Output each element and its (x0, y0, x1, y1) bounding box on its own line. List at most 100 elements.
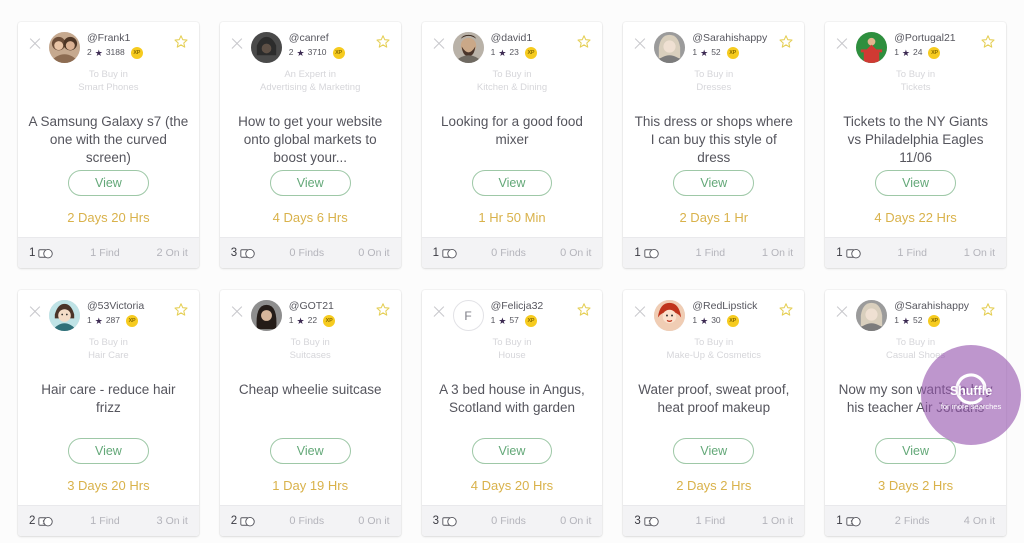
finds-count[interactable]: 1 Find (659, 247, 762, 259)
request-card[interactable]: @Portugal21 1 ★ 24 XP To Buy in Tickets Tickets… (825, 22, 1006, 268)
favourite-star-icon[interactable] (173, 302, 189, 318)
on-it-number: 0 (358, 515, 365, 527)
user-handle[interactable]: @Frank1 (87, 32, 173, 44)
avatar[interactable] (654, 32, 686, 63)
view-button[interactable]: View (67, 438, 149, 464)
finds-count[interactable]: 0 Finds (255, 247, 358, 259)
finds-count[interactable]: 0 Finds (255, 515, 358, 527)
offers-count[interactable]: 2$ (29, 515, 54, 528)
user-handle[interactable]: @RedLipstick (692, 300, 778, 312)
on-it-count[interactable]: 0 On it (358, 515, 389, 527)
request-title: How to get your website onto global mark… (238, 113, 383, 165)
avatar[interactable] (856, 32, 888, 63)
xp-badge: XP (928, 315, 941, 328)
favourite-star-icon[interactable] (375, 34, 391, 50)
user-handle[interactable]: @53Victoria (87, 300, 173, 312)
close-icon[interactable] (431, 304, 447, 320)
card-footer: 1 1 Find 1 On it (623, 237, 805, 268)
on-it-count[interactable]: 0 On it (560, 515, 591, 527)
favourite-star-icon[interactable] (980, 302, 996, 318)
on-it-count[interactable]: 1 On it (762, 515, 793, 527)
on-it-count[interactable]: 1 On it (762, 247, 793, 259)
user-stats: 1 ★ 30 XP (692, 315, 778, 328)
finds-count[interactable]: 1 Find (53, 515, 156, 527)
close-icon[interactable] (834, 304, 850, 320)
user-handle[interactable]: @Portugal21 (894, 32, 980, 44)
avatar[interactable] (856, 300, 888, 331)
request-title: Hair care - reduce hair frizz (41, 381, 176, 415)
favourite-star-icon[interactable] (576, 302, 592, 318)
finds-count[interactable]: 1 Find (861, 247, 964, 259)
close-icon[interactable] (229, 304, 245, 320)
user-handle[interactable]: @Felicja32 (491, 300, 577, 312)
on-it-count[interactable]: 4 On it (964, 515, 995, 527)
request-card[interactable]: @53Victoria 1 ★ 287 XP To Buy in Hair Care Hair… (18, 290, 199, 536)
avatar[interactable]: F (452, 300, 484, 331)
request-card[interactable]: @david1 1 ★ 23 XP To Buy in Kitchen & Dining Lo… (421, 22, 603, 268)
user-handle[interactable]: @david1 (491, 32, 577, 44)
request-card[interactable]: F @Felicja32 1 ★ 57 XP To Buy in House A 3 bed h… (421, 290, 603, 536)
offers-count[interactable]: 3 (433, 515, 457, 528)
offers-count[interactable]: 3$ (634, 515, 659, 528)
avatar[interactable] (49, 32, 80, 63)
favourite-star-icon[interactable] (173, 34, 189, 50)
favourite-star-icon[interactable] (576, 34, 592, 50)
coin-stack-dollar-icon: $ (644, 515, 659, 528)
view-button[interactable]: View (471, 170, 553, 196)
user-handle[interactable]: @Sarahishappy (894, 300, 980, 312)
shuffle-button[interactable]: Shuffle for more searches (921, 345, 1021, 445)
on-it-count[interactable]: 1 On it (964, 247, 995, 259)
view-button[interactable]: View (471, 438, 553, 464)
request-card[interactable]: @RedLipstick 1 ★ 30 XP To Buy in Make-Up & Cos… (623, 290, 805, 536)
request-card[interactable]: @Frank1 2 ★ 3188 XP To Buy in Smart Phones A Sa… (18, 22, 199, 268)
close-icon[interactable] (27, 36, 43, 52)
on-it-count[interactable]: 0 On it (358, 247, 389, 259)
finds-count[interactable]: 2 Finds (861, 515, 964, 527)
offers-count[interactable]: 1 (29, 247, 54, 260)
avatar[interactable] (250, 32, 282, 63)
view-button[interactable]: View (67, 170, 149, 196)
favourite-star-icon[interactable] (980, 34, 996, 50)
finds-count[interactable]: 0 Finds (457, 515, 560, 527)
avatar[interactable] (49, 300, 80, 331)
request-card[interactable]: @Sarahishappy 1 ★ 52 XP To Buy in Dresses This … (623, 22, 805, 268)
user-handle[interactable]: @GOT21 (289, 300, 375, 312)
close-icon[interactable] (27, 304, 43, 320)
on-it-count[interactable]: 2 On it (156, 247, 187, 259)
favourite-star-icon[interactable] (375, 302, 391, 318)
offers-count[interactable]: 1 (634, 247, 659, 260)
request-card[interactable]: @GOT21 1 ★ 22 XP To Buy in Suitcases Cheap whee… (219, 290, 401, 536)
user-handle[interactable]: @canref (289, 32, 375, 44)
on-it-count[interactable]: 3 On it (156, 515, 187, 527)
time-remaining: 2 Days 2 Hrs (676, 478, 752, 493)
view-button[interactable]: View (875, 170, 957, 196)
request-card[interactable]: @canref 2 ★ 3710 XP An Expert in Advertising &… (219, 22, 401, 268)
card-category: To Buy in Tickets (825, 66, 1006, 95)
offers-count[interactable]: 3 (231, 247, 255, 260)
offers-count[interactable]: 1 (433, 247, 457, 260)
close-icon[interactable] (632, 36, 648, 52)
avatar[interactable] (452, 32, 484, 63)
view-button[interactable]: View (269, 438, 351, 464)
offers-count[interactable]: 1 (836, 247, 861, 260)
finds-count[interactable]: 1 Find (659, 515, 762, 527)
avatar[interactable] (250, 300, 282, 331)
on-it-label: On it (972, 515, 995, 527)
on-it-count[interactable]: 0 On it (560, 247, 591, 259)
favourite-star-icon[interactable] (778, 302, 794, 318)
finds-count[interactable]: 0 Finds (457, 247, 560, 259)
offers-count[interactable]: 1$ (836, 515, 861, 528)
view-button[interactable]: View (875, 438, 957, 464)
view-button[interactable]: View (673, 170, 755, 196)
view-button[interactable]: View (269, 170, 351, 196)
offers-count[interactable]: 2 (231, 515, 255, 528)
favourite-star-icon[interactable] (778, 34, 794, 50)
close-icon[interactable] (431, 36, 447, 52)
user-handle[interactable]: @Sarahishappy (692, 32, 778, 44)
view-button[interactable]: View (673, 438, 755, 464)
finds-count[interactable]: 1 Find (53, 247, 156, 259)
close-icon[interactable] (834, 36, 850, 52)
close-icon[interactable] (632, 304, 648, 320)
close-icon[interactable] (229, 36, 245, 52)
avatar[interactable] (654, 300, 686, 331)
